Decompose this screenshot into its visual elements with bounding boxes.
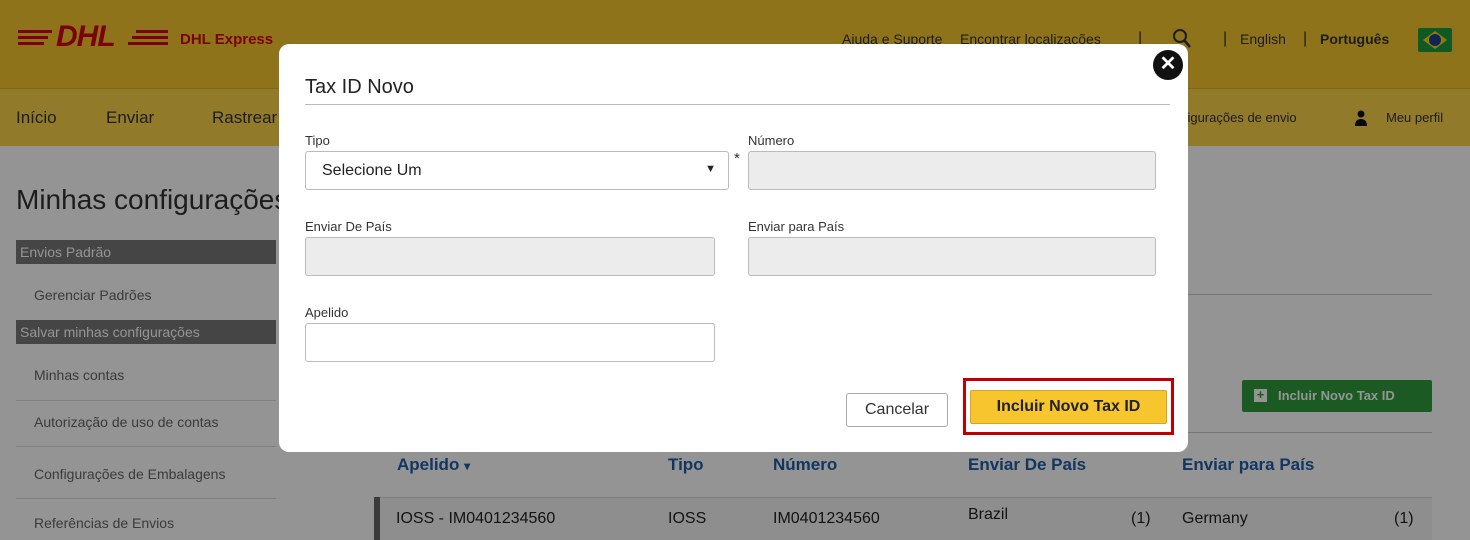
submit-tax-id-button[interactable]: Incluir Novo Tax ID xyxy=(970,390,1167,424)
from-country-label: Enviar De País xyxy=(305,219,392,234)
required-marker: * xyxy=(734,150,740,167)
apelido-field[interactable] xyxy=(305,323,715,362)
tipo-label: Tipo xyxy=(305,133,330,148)
close-icon[interactable]: ✕ xyxy=(1153,50,1183,80)
new-tax-id-modal: Tax ID Novo ✕ Tipo Selecione Um ▼ * Núme… xyxy=(279,44,1188,452)
apelido-label: Apelido xyxy=(305,305,349,320)
numero-label: Número xyxy=(748,133,795,148)
to-country-field[interactable] xyxy=(748,237,1156,276)
modal-title: Tax ID Novo xyxy=(305,76,414,98)
dropdown-caret-icon: ▼ xyxy=(705,163,716,175)
divider xyxy=(305,104,1170,105)
numero-field[interactable] xyxy=(748,151,1156,190)
cancel-button[interactable]: Cancelar xyxy=(846,393,948,427)
tipo-select-value: Selecione Um xyxy=(322,162,422,179)
from-country-field[interactable] xyxy=(305,237,715,276)
highlight-box: Incluir Novo Tax ID xyxy=(963,378,1174,435)
to-country-label: Enviar para País xyxy=(748,219,845,234)
tipo-select[interactable]: Selecione Um ▼ xyxy=(305,151,729,190)
